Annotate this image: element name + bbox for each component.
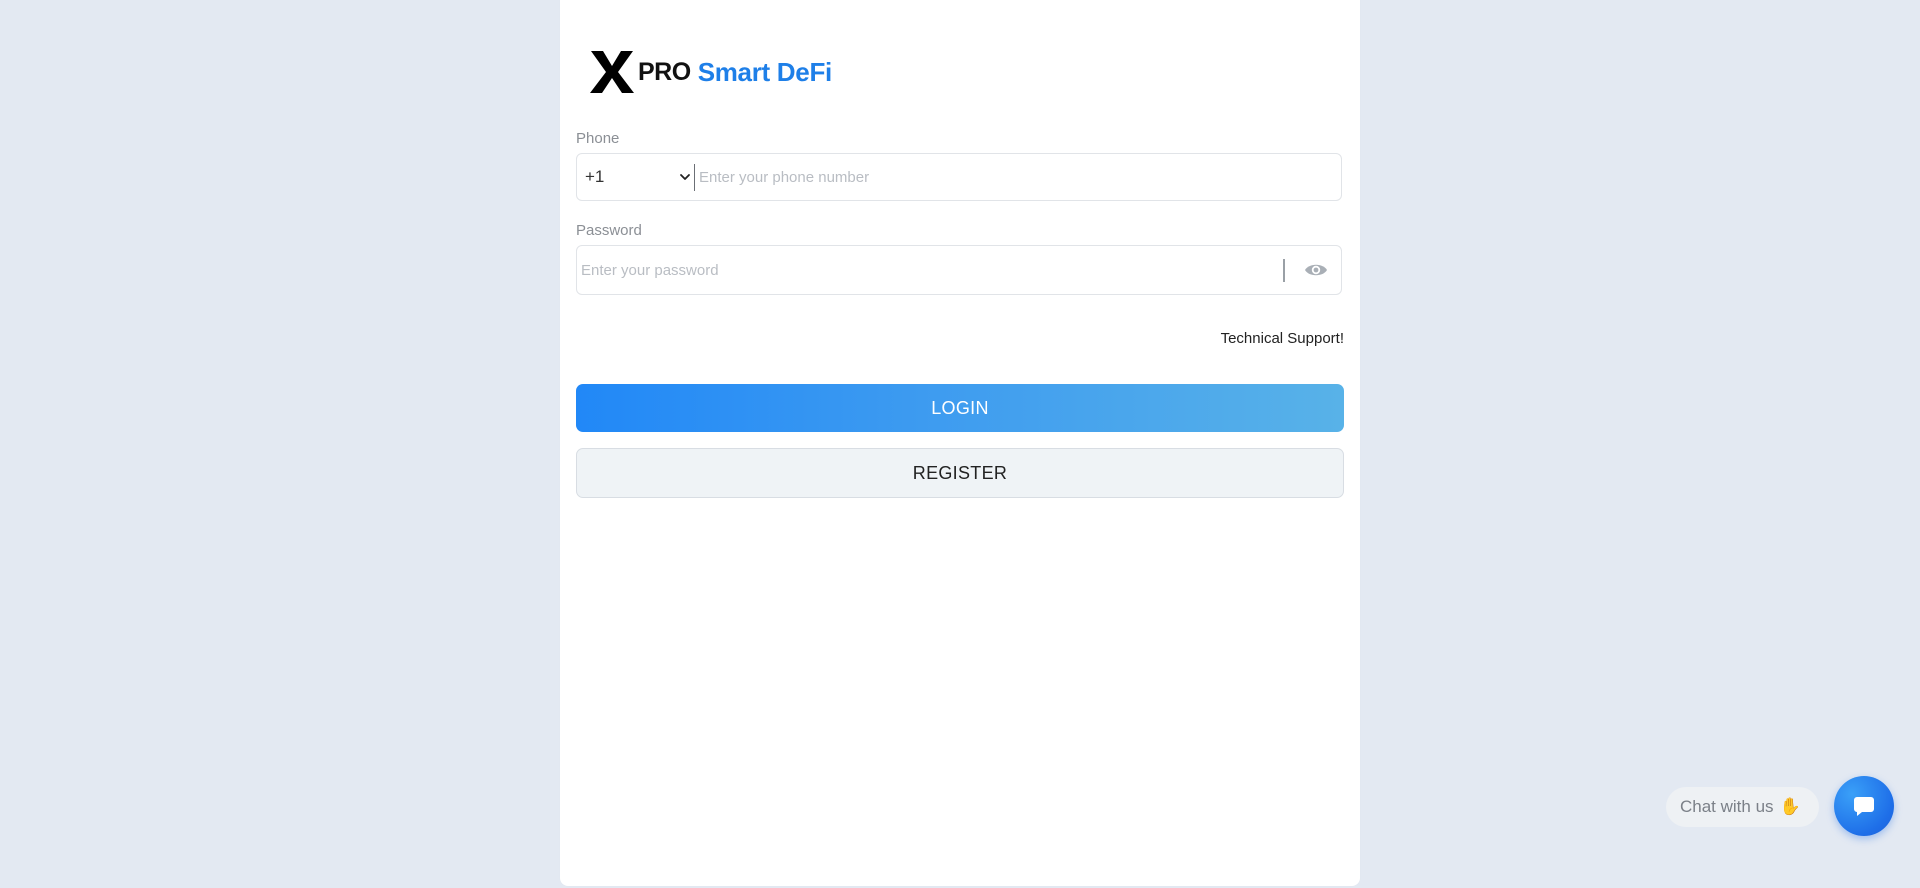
chat-message-icon [1854, 797, 1874, 816]
logo-pro-text: PRO [638, 57, 691, 86]
password-input[interactable] [581, 246, 1271, 294]
technical-support-link[interactable]: Technical Support! [1221, 330, 1344, 347]
password-label: Password [576, 222, 642, 239]
phone-label: Phone [576, 130, 620, 147]
chat-bubble-text: Chat with us [1680, 797, 1774, 816]
password-divider [1283, 259, 1285, 282]
waving-hand-icon: ✋ [1779, 797, 1801, 816]
chat-launcher-button[interactable] [1834, 776, 1894, 836]
chevron-down-icon [680, 174, 690, 180]
brand-logo: PRO Smart DeFi [590, 50, 832, 94]
register-button[interactable]: REGISTER [576, 448, 1344, 498]
phone-input[interactable] [699, 154, 1329, 200]
password-field [576, 245, 1342, 295]
logo-brand-name: Smart DeFi [697, 56, 833, 87]
login-button[interactable]: LOGIN [576, 384, 1344, 432]
country-code-select[interactable]: +1 [577, 154, 694, 200]
login-card: PRO Smart DeFi Phone +1 Password Technic… [560, 0, 1360, 886]
chat-with-us-bubble[interactable]: Chat with us ✋ [1666, 787, 1819, 827]
phone-input-divider [694, 164, 695, 191]
phone-field: +1 [576, 153, 1342, 201]
eye-icon[interactable] [1304, 260, 1328, 280]
country-code-value: +1 [585, 167, 605, 186]
x-logo-icon [590, 51, 634, 93]
